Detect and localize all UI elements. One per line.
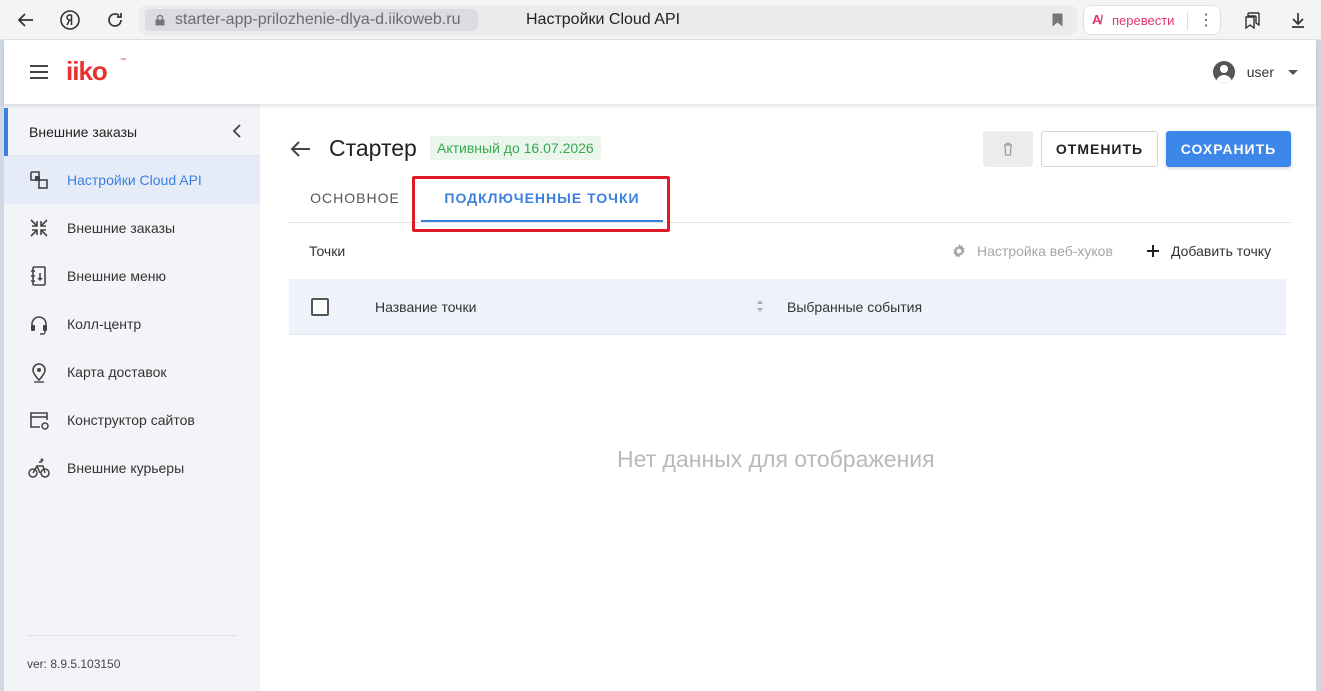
- sidebar-item-external-menu[interactable]: Внешние меню: [4, 252, 260, 300]
- column-header-events: Выбранные события: [787, 299, 923, 315]
- webhooks-settings-button[interactable]: Настройка веб-хуков: [951, 241, 1113, 261]
- plus-icon: [1147, 245, 1159, 257]
- sidebar-divider: [27, 635, 237, 636]
- empty-state-message: Нет данных для отображения: [617, 446, 935, 472]
- webhooks-label: Настройка веб-хуков: [977, 243, 1113, 259]
- more-icon[interactable]: ⋮: [1198, 10, 1214, 30]
- yandex-icon[interactable]: [58, 8, 82, 32]
- sidebar-header-accent: [4, 108, 8, 156]
- status-badge: Активный до 16.07.2026: [430, 136, 601, 160]
- bookmark-icon[interactable]: [1052, 13, 1063, 27]
- external-menu-icon: [31, 266, 46, 286]
- save-button[interactable]: СОХРАНИТЬ: [1166, 131, 1291, 167]
- add-point-button[interactable]: Добавить точку: [1147, 241, 1271, 261]
- sidebar-item-call-center[interactable]: Колл-центр: [4, 300, 260, 348]
- iiko-logo[interactable]: iiko: [66, 56, 108, 87]
- add-point-label: Добавить точку: [1171, 243, 1272, 259]
- bicycle-icon: [28, 458, 50, 478]
- account-icon: [1212, 61, 1235, 83]
- site-builder-icon: [30, 412, 49, 430]
- table-header: Название точки Выбранные события: [289, 279, 1286, 335]
- headset-icon: [31, 316, 47, 335]
- translate-separator: [1187, 12, 1188, 30]
- back-arrow-icon[interactable]: [290, 140, 312, 158]
- sidebar-item-label: Внешние курьеры: [67, 460, 185, 476]
- translate-label: перевести: [1112, 13, 1175, 28]
- reload-icon[interactable]: [103, 8, 127, 32]
- user-menu[interactable]: user: [1212, 60, 1298, 84]
- window-right-edge: [1316, 40, 1321, 691]
- cloud-api-icon: [30, 171, 48, 189]
- lock-icon: [155, 15, 165, 26]
- logo-trademark: ™: [120, 58, 126, 64]
- sidebar: Внешние заказы Настройки Cloud API Внешн…: [4, 104, 260, 691]
- sort-icon[interactable]: [756, 299, 764, 313]
- collections-icon[interactable]: [1241, 8, 1265, 32]
- sidebar-item-external-couriers[interactable]: Внешние курьеры: [4, 444, 260, 492]
- download-icon[interactable]: [1286, 8, 1310, 32]
- main-content: Стартер Активный до 16.07.2026 ОТМЕНИТЬ …: [260, 104, 1316, 691]
- sidebar-item-label: Конструктор сайтов: [67, 412, 195, 428]
- back-icon[interactable]: [14, 8, 38, 32]
- chevron-left-icon[interactable]: [232, 124, 242, 138]
- app-version: ver: 8.9.5.103150: [27, 657, 121, 671]
- sidebar-item-label: Настройки Cloud API: [67, 172, 202, 188]
- translate-button[interactable]: A̸ перевести ⋮: [1083, 5, 1221, 35]
- highlight-annotation: [412, 176, 670, 232]
- url-text[interactable]: starter-app-prilozhenie-dlya-d.iikoweb.r…: [175, 11, 460, 29]
- address-bar[interactable]: starter-app-prilozhenie-dlya-d.iikoweb.r…: [139, 5, 1077, 35]
- sidebar-header: Внешние заказы: [4, 108, 260, 156]
- page-title: Стартер: [329, 135, 417, 161]
- caret-down-icon: [1288, 69, 1298, 75]
- map-pin-icon: [32, 363, 46, 383]
- external-orders-icon: [30, 219, 48, 237]
- column-header-name[interactable]: Название точки: [375, 299, 476, 315]
- points-section-label: Точки: [309, 243, 346, 259]
- sidebar-item-external-orders[interactable]: Внешние заказы: [4, 204, 260, 252]
- sidebar-item-delivery-map[interactable]: Карта доставок: [4, 348, 260, 396]
- gear-icon: [953, 244, 965, 258]
- cancel-button[interactable]: ОТМЕНИТЬ: [1041, 131, 1158, 167]
- user-name: user: [1246, 64, 1274, 80]
- trash-icon: [1004, 142, 1012, 156]
- sidebar-item-cloud-api[interactable]: Настройки Cloud API: [4, 156, 260, 204]
- app-header: iiko ™ user: [4, 40, 1316, 104]
- browser-toolbar: starter-app-prilozhenie-dlya-d.iikoweb.r…: [0, 0, 1321, 40]
- sidebar-item-label: Внешние меню: [67, 268, 166, 284]
- sidebar-item-label: Внешние заказы: [67, 220, 176, 236]
- sidebar-title: Внешние заказы: [29, 124, 138, 140]
- sidebar-item-label: Колл-центр: [67, 316, 142, 332]
- translate-icon: A̸: [1092, 12, 1102, 27]
- tab-general[interactable]: ОСНОВНОЕ: [289, 174, 421, 222]
- select-all-checkbox[interactable]: [311, 298, 329, 316]
- delete-button[interactable]: [983, 131, 1033, 167]
- sidebar-item-site-builder[interactable]: Конструктор сайтов: [4, 396, 260, 444]
- sidebar-item-label: Карта доставок: [67, 364, 167, 380]
- tab-page-title: Настройки Cloud API: [526, 11, 681, 28]
- hamburger-menu-icon[interactable]: [30, 65, 48, 79]
